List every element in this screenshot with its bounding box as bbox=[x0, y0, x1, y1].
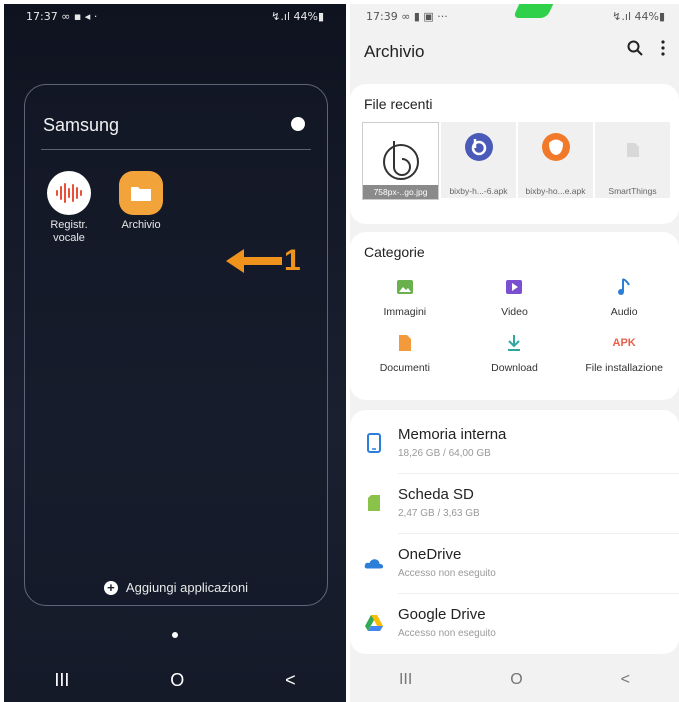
recents-button[interactable]: III bbox=[54, 670, 69, 691]
home-screen: 17:37 ∞ ▪ ◂ · ↯.ıl 44%▮ Samsung Registr.… bbox=[4, 4, 346, 702]
onedrive-icon bbox=[364, 552, 384, 574]
folder-color-button[interactable] bbox=[291, 117, 305, 131]
add-apps-button[interactable]: + Aggiungi applicazioni bbox=[25, 580, 327, 595]
status-indicators: ↯.ıl 44%▮ bbox=[612, 10, 665, 23]
image-icon bbox=[350, 276, 460, 298]
navigation-bar: III O < bbox=[4, 658, 346, 702]
storage-card: Memoria interna 18,26 GB / 64,00 GB Sche… bbox=[350, 410, 679, 654]
file-caption: 758px-..go.jpg bbox=[363, 185, 438, 199]
categories-card: Categorie Immagini Video Audio Documenti… bbox=[350, 232, 679, 400]
annotation-arrow: 1 bbox=[224, 244, 301, 278]
annotation-number: 1 bbox=[284, 244, 301, 277]
category-label: Audio bbox=[610, 306, 638, 318]
google-drive-icon bbox=[364, 612, 384, 634]
more-options-icon[interactable] bbox=[661, 40, 665, 61]
category-label: File installazione bbox=[585, 362, 663, 374]
storage-info: 18,26 GB / 64,00 GB bbox=[398, 448, 491, 459]
recent-file[interactable]: 758px-..go.jpg bbox=[362, 122, 439, 200]
category-label: Immagini bbox=[383, 306, 427, 318]
status-time: 17:39 ∞ ▮ ▣ ··· bbox=[366, 10, 448, 23]
category-download[interactable]: Download bbox=[460, 332, 570, 374]
storage-internal[interactable]: Memoria interna 18,26 GB / 64,00 GB bbox=[350, 414, 679, 474]
category-audio[interactable]: Audio bbox=[569, 276, 679, 318]
categories-heading: Categorie bbox=[364, 244, 425, 260]
download-icon bbox=[460, 332, 570, 354]
status-bar: 17:39 ∞ ▮ ▣ ··· ↯.ıl 44%▮ bbox=[366, 10, 665, 26]
voice-recorder-icon bbox=[47, 171, 91, 215]
category-images[interactable]: Immagini bbox=[350, 276, 460, 318]
document-icon bbox=[626, 142, 640, 163]
storage-google-drive[interactable]: Google Drive Accesso non eseguito bbox=[350, 594, 679, 654]
my-files-app: 17:39 ∞ ▮ ▣ ··· ↯.ıl 44%▮ Archivio File … bbox=[350, 4, 679, 702]
status-time: 17:37 ∞ ▪ ◂ · bbox=[26, 10, 98, 23]
my-files-icon bbox=[119, 171, 163, 215]
storage-name: Google Drive bbox=[398, 606, 486, 623]
storage-name: Scheda SD bbox=[398, 486, 474, 503]
video-icon bbox=[460, 276, 570, 298]
recents-button[interactable]: III bbox=[399, 671, 412, 689]
category-label: Documenti bbox=[379, 362, 430, 374]
storage-name: OneDrive bbox=[398, 546, 462, 563]
category-documents[interactable]: Documenti bbox=[350, 332, 460, 374]
file-caption: bixby-ho...e.apk bbox=[525, 186, 586, 196]
file-caption: SmartThings bbox=[608, 186, 657, 196]
page-title: Archivio bbox=[364, 42, 425, 61]
storage-info: Accesso non eseguito bbox=[398, 568, 496, 579]
bixby-orange-icon bbox=[541, 132, 571, 167]
app-bar-actions bbox=[627, 40, 665, 61]
status-indicators: ↯.ıl 44%▮ bbox=[271, 10, 324, 23]
bixby-image-icon bbox=[378, 137, 424, 188]
search-icon[interactable] bbox=[627, 40, 643, 61]
audio-icon bbox=[569, 276, 679, 298]
recent-file[interactable]: SmartThings bbox=[595, 122, 670, 198]
home-button[interactable]: O bbox=[510, 671, 522, 689]
document-icon bbox=[350, 332, 460, 354]
sd-card-icon bbox=[364, 492, 384, 514]
storage-sd-card[interactable]: Scheda SD 2,47 GB / 3,63 GB bbox=[350, 474, 679, 534]
recent-files-card: File recenti 758px-..go.jpg bixby-h...-6… bbox=[350, 84, 679, 224]
storage-name: Memoria interna bbox=[398, 426, 507, 443]
recent-files-list: 758px-..go.jpg bixby-h...-6.apk bixby-ho… bbox=[362, 122, 670, 200]
recent-files-heading: File recenti bbox=[364, 96, 433, 112]
apk-icon-text: APK bbox=[612, 337, 636, 349]
home-button[interactable]: O bbox=[170, 670, 184, 691]
app-voice-recorder[interactable]: Registr. vocale bbox=[37, 171, 101, 245]
categories-grid: Immagini Video Audio Documenti Download … bbox=[350, 276, 679, 374]
recent-file[interactable]: bixby-h...-6.apk bbox=[441, 122, 516, 198]
status-bar: 17:37 ∞ ▪ ◂ · ↯.ıl 44%▮ bbox=[26, 10, 324, 26]
arrow-left-icon bbox=[226, 249, 282, 273]
app-my-files[interactable]: Archivio bbox=[109, 171, 173, 232]
page-indicator bbox=[172, 632, 178, 638]
navigation-bar: III O < bbox=[350, 658, 679, 702]
app-label: Archivio bbox=[121, 219, 161, 231]
storage-info: Accesso non eseguito bbox=[398, 628, 496, 639]
back-button[interactable]: < bbox=[285, 670, 296, 691]
storage-onedrive[interactable]: OneDrive Accesso non eseguito bbox=[350, 534, 679, 594]
samsung-folder: Samsung Registr. vocale Archivio + Aggiu… bbox=[24, 84, 328, 606]
app-label: Registr. vocale bbox=[50, 219, 88, 244]
plus-icon: + bbox=[103, 580, 118, 595]
folder-title[interactable]: Samsung bbox=[43, 115, 119, 136]
recent-file[interactable]: bixby-ho...e.apk bbox=[518, 122, 593, 198]
back-button[interactable]: < bbox=[621, 671, 630, 689]
category-label: Download bbox=[491, 362, 538, 374]
phone-storage-icon bbox=[364, 432, 384, 454]
file-caption: bixby-h...-6.apk bbox=[449, 186, 508, 196]
category-label: Video bbox=[501, 306, 528, 318]
folder-divider bbox=[41, 149, 311, 150]
category-video[interactable]: Video bbox=[460, 276, 570, 318]
category-installation-files[interactable]: APK File installazione bbox=[569, 332, 679, 374]
bixby-apk-icon bbox=[464, 132, 494, 167]
apk-icon: APK bbox=[569, 332, 679, 354]
add-apps-label: Aggiungi applicazioni bbox=[125, 580, 249, 595]
storage-info: 2,47 GB / 3,63 GB bbox=[398, 508, 480, 519]
